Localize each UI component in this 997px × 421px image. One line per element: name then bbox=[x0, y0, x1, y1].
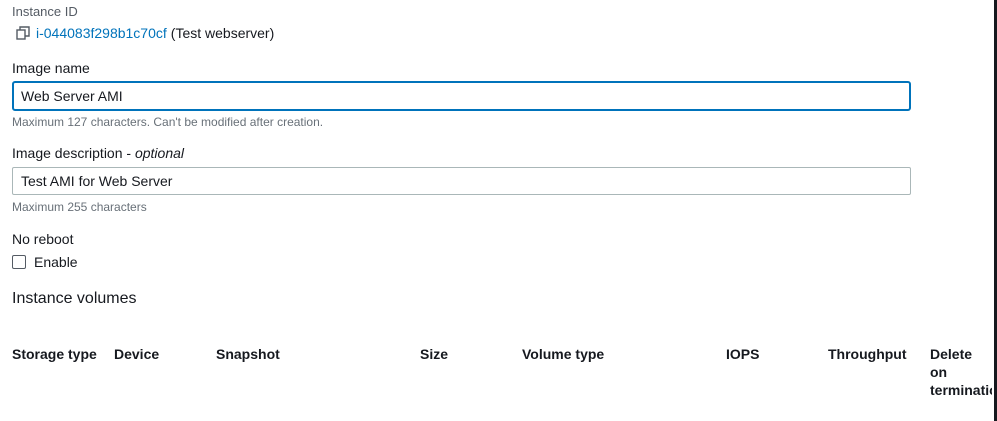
image-description-constraint: Maximum 255 characters bbox=[12, 200, 147, 214]
image-description-input[interactable] bbox=[12, 167, 911, 195]
column-header-delete-on-termination: Delete on termination bbox=[930, 346, 992, 398]
optional-tag: optional bbox=[134, 145, 185, 161]
image-name-constraint: Maximum 127 characters. Can't be modifie… bbox=[12, 115, 324, 129]
image-description-label-text: Image description bbox=[12, 145, 123, 161]
image-name-input[interactable] bbox=[12, 81, 911, 111]
copy-icon[interactable] bbox=[14, 24, 32, 42]
column-header-throughput: Throughput bbox=[828, 346, 907, 362]
column-header-snapshot: Snapshot bbox=[216, 346, 280, 362]
column-header-device: Device bbox=[114, 346, 160, 362]
column-header-size: Size bbox=[420, 346, 449, 362]
instance-volumes-title: Instance volumes bbox=[12, 290, 137, 307]
column-header-volume-type: Volume type bbox=[522, 346, 605, 362]
column-header-iops: IOPS bbox=[726, 346, 760, 362]
image-description-label: Image description - optional bbox=[12, 145, 184, 161]
instance-name: (Test webserver) bbox=[170, 25, 275, 41]
instance-id-link[interactable]: i-044083f298b1c70cf bbox=[36, 25, 167, 41]
no-reboot-enable-checkbox[interactable]: Enable bbox=[12, 254, 78, 270]
column-header-storage-type: Storage type bbox=[12, 346, 97, 362]
instance-id-label: Instance ID bbox=[12, 4, 78, 19]
image-name-label: Image name bbox=[12, 60, 90, 76]
instance-id-row: i-044083f298b1c70cf (Test webserver) bbox=[12, 24, 274, 42]
checkbox-box[interactable] bbox=[12, 255, 26, 269]
optional-separator: - bbox=[122, 145, 135, 161]
no-reboot-label: No reboot bbox=[12, 231, 74, 247]
checkbox-label: Enable bbox=[34, 254, 78, 270]
